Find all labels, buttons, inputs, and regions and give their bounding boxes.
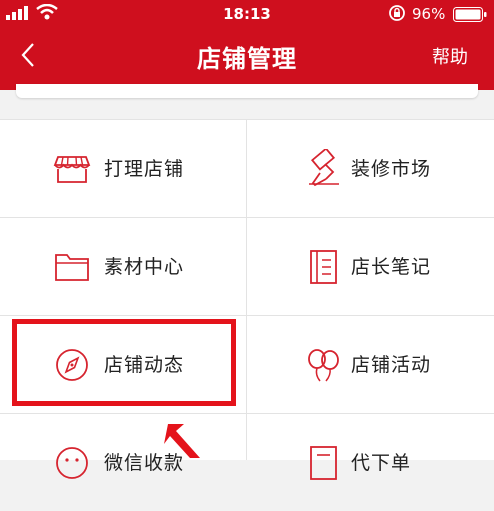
- menu-item-manage-store[interactable]: 打理店铺: [0, 120, 246, 217]
- status-bar: 18:13 96%: [0, 0, 494, 28]
- store-icon: [53, 156, 91, 183]
- menu-item-place-order[interactable]: 代下单: [247, 414, 493, 511]
- menu-item-label: 微信收款: [104, 452, 185, 474]
- menu-item-manager-notes[interactable]: 店长笔记: [247, 218, 493, 315]
- search-bar-remnant: [16, 84, 478, 98]
- notebook-icon: [310, 250, 337, 284]
- header: 18:13 96% 店铺管理 帮助: [0, 0, 494, 90]
- help-button[interactable]: 帮助: [432, 43, 468, 69]
- menu-item-label: 店铺动态: [104, 354, 185, 376]
- menu-item-label: 店铺活动: [351, 354, 432, 376]
- menu-item-label: 素材中心: [104, 256, 185, 278]
- menu-item-store-activities[interactable]: 店铺活动: [247, 316, 493, 413]
- menu-item-label: 装修市场: [351, 158, 432, 180]
- paint-roller-icon: [309, 149, 339, 187]
- battery-icon: [453, 7, 487, 22]
- menu-item-label: 店长笔记: [351, 256, 432, 278]
- compass-icon: [56, 349, 88, 381]
- menu-item-decoration-market[interactable]: 装修市场: [247, 120, 493, 217]
- menu-item-material-center[interactable]: 素材中心: [0, 218, 246, 315]
- nav-bar: 店铺管理 帮助: [0, 30, 494, 80]
- store-menu-grid: 打理店铺 装修市场 素材中心 店长笔记 店铺动态 店铺活动 微信收款 代下单: [0, 119, 494, 480]
- battery-percent: 96%: [412, 5, 446, 23]
- balloons-icon: [308, 349, 339, 382]
- menu-item-label: 打理店铺: [104, 158, 185, 180]
- folder-icon: [55, 254, 89, 281]
- menu-item-label: 代下单: [351, 452, 412, 474]
- wechat-pay-icon: [56, 447, 88, 479]
- menu-item-wechat-payment[interactable]: 微信收款: [0, 414, 246, 511]
- rotation-lock-icon: [389, 5, 405, 21]
- menu-item-store-news[interactable]: 店铺动态: [0, 316, 246, 413]
- order-list-icon: [310, 446, 337, 480]
- page-title: 店铺管理: [197, 45, 297, 73]
